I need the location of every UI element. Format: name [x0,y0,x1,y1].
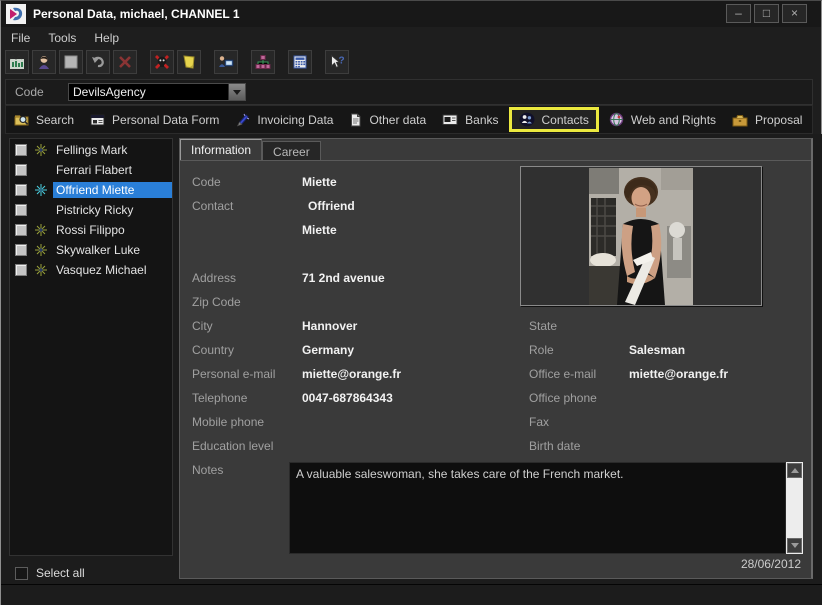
undo-icon[interactable] [86,50,110,74]
select-all-label: Select all [36,566,85,580]
bank-card-icon [442,113,458,126]
tab-search[interactable]: Search [6,109,82,131]
tab-invoicing-data[interactable]: Invoicing Data [227,109,341,131]
detail-panel: Information Career CodeMiette ContactOff… [179,138,813,579]
tab-information[interactable]: Information [180,139,262,160]
form-icon [90,113,105,127]
row-checkbox[interactable] [15,164,27,176]
nav-tab-strip: Search Personal Data Form Invoicing Data… [5,105,813,134]
list-item[interactable]: Ferrari Flabert [10,161,172,179]
list-item-selected[interactable]: Offriend Miette [10,181,172,199]
help-pointer-icon[interactable]: ? [325,50,349,74]
code-combobox[interactable]: DevilsAgency [68,83,246,101]
minimize-button[interactable]: – [726,4,751,23]
tab-divider [180,160,811,161]
org-chart-icon[interactable] [251,50,275,74]
briefcase-icon [732,113,748,127]
detail-tabs: Information Career [180,139,321,160]
menu-bar: File Tools Help [1,27,821,49]
row-checkbox[interactable] [15,204,27,216]
people-sparkle-icon [34,263,48,277]
person-icon[interactable] [32,50,56,74]
svg-text:?: ? [339,56,345,67]
scroll-down-icon[interactable] [787,538,802,553]
tab-other-data[interactable]: Other data [341,109,434,131]
row-checkbox[interactable] [15,144,27,156]
list-item[interactable]: Fellings Mark [10,141,172,159]
record-date: 28/06/2012 [741,557,801,571]
row-checkbox[interactable] [15,224,27,236]
stats-building-icon[interactable] [5,50,29,74]
select-all-row: Select all [9,562,173,584]
globe-icon [609,112,624,127]
people-sparkle-icon [34,223,48,237]
notes-scrollbar[interactable] [786,462,803,554]
scroll-up-icon[interactable] [787,463,802,478]
pen-icon [235,113,250,127]
maximize-button[interactable]: □ [754,4,779,23]
chevron-down-icon [233,90,241,95]
calculator-icon[interactable] [288,50,312,74]
list-item[interactable]: Rossi Filippo [10,221,172,239]
skull-delete-icon[interactable] [150,50,174,74]
contacts-people-icon [519,112,535,127]
close-button[interactable]: × [782,4,807,23]
list-item[interactable]: Vasquez Michael [10,261,172,279]
notes-textarea[interactable]: A valuable saleswoman, she takes care of… [289,462,786,554]
tab-banks[interactable]: Banks [434,109,506,131]
people-sparkle-icon [34,143,48,157]
app-window: Personal Data, michael, CHANNEL 1 – □ × … [0,0,822,605]
search-folder-icon [14,113,29,127]
window-title: Personal Data, michael, CHANNEL 1 [33,7,240,21]
row-checkbox[interactable] [15,184,27,196]
code-bar: Code DevilsAgency [5,79,813,105]
menu-help[interactable]: Help [94,31,119,45]
select-all-checkbox[interactable] [15,567,28,580]
delete-x-icon[interactable] [113,50,137,74]
tab-career[interactable]: Career [262,141,321,160]
combo-dropdown-button[interactable] [228,84,245,100]
notes-section: A valuable saleswoman, she takes care of… [289,462,803,554]
list-item[interactable]: Skywalker Luke [10,241,172,259]
tab-web-and-rights[interactable]: Web and Rights [601,108,724,131]
document-icon [349,113,362,127]
app-logo-icon [6,4,26,24]
contact-list: Fellings Mark Ferrari Flabert Offriend M… [9,138,173,556]
list-item[interactable]: Pistricky Ricky [10,201,172,219]
menu-tools[interactable]: Tools [48,31,76,45]
people-sparkle-icon [34,183,48,197]
note-icon[interactable] [177,50,201,74]
toolbar: ? [5,49,352,75]
contact-photo [520,166,762,306]
blank-icon[interactable] [59,50,83,74]
row-checkbox[interactable] [15,264,27,276]
content-area: Fellings Mark Ferrari Flabert Offriend M… [1,134,822,605]
code-combobox-value: DevilsAgency [69,85,228,99]
tab-personal-data-form[interactable]: Personal Data Form [82,109,227,131]
code-label: Code [15,85,68,99]
row-checkbox[interactable] [15,244,27,256]
people-sparkle-icon [34,243,48,257]
user-computer-icon[interactable] [214,50,238,74]
menu-file[interactable]: File [11,31,30,45]
tab-contacts[interactable]: Contacts [509,107,599,132]
tab-proposal[interactable]: Proposal [724,109,810,131]
title-bar: Personal Data, michael, CHANNEL 1 – □ × [1,1,821,27]
